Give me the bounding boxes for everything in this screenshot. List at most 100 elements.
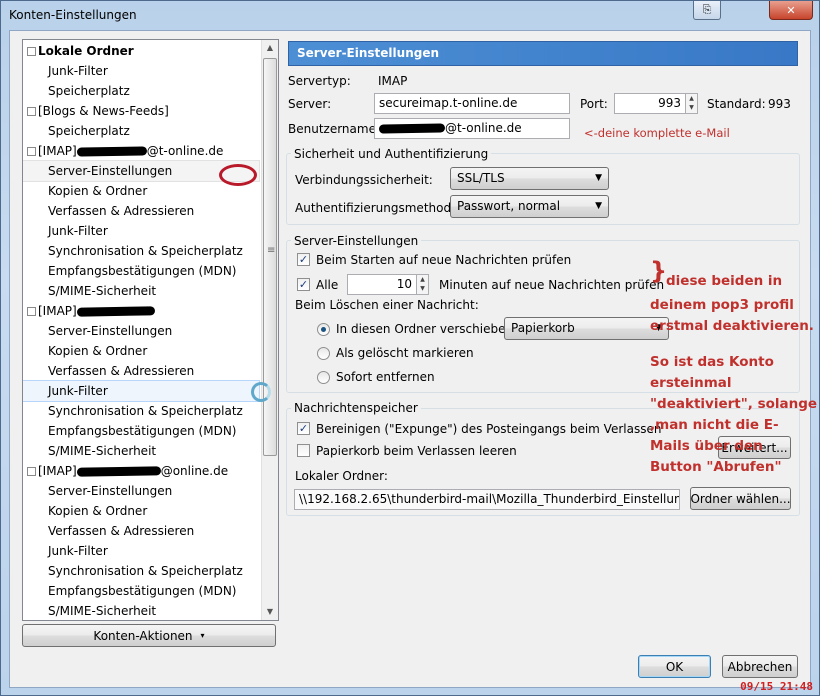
bereinigen-checkbox[interactable]: ✓ <box>297 422 310 435</box>
ordner-select[interactable]: Papierkorb ▼ <box>504 317 669 340</box>
tree-item[interactable]: Verfassen & Adressieren <box>23 521 194 541</box>
close-button[interactable]: ✕ <box>769 1 813 20</box>
tree-item-label: Server-Einstellungen <box>48 484 173 498</box>
expander-icon[interactable] <box>27 107 36 116</box>
abbrechen-button[interactable]: Abbrechen <box>722 655 798 678</box>
port-label: Port: <box>580 97 608 111</box>
panel-header: Server-Einstellungen <box>288 41 798 66</box>
tree-item[interactable]: Synchronisation & Speicherplatz <box>23 561 243 581</box>
verbindung-select[interactable]: SSL/TLS ▼ <box>450 167 609 190</box>
beim-starten-label: Beim Starten auf neue Nachrichten prüfen <box>316 253 572 267</box>
port-field[interactable]: 993 <box>614 93 686 114</box>
tree-scrollbar[interactable]: ▲ ≡ ▼ <box>261 40 278 620</box>
spin-up-icon[interactable]: ▲ <box>686 94 697 103</box>
server-field[interactable]: secureimap.t-online.de <box>374 93 570 114</box>
alle-minutes-field[interactable]: 10 <box>347 274 417 295</box>
tree-item[interactable]: Empfangsbestätigungen (MDN) <box>23 261 236 281</box>
sicherheit-title: Sicherheit und Authentifizierung <box>291 147 492 161</box>
tree-item-label: Verfassen & Adressieren <box>48 364 195 378</box>
busy-cursor-icon <box>251 382 271 402</box>
tree-item[interactable]: S/MIME-Sicherheit <box>23 281 156 301</box>
tree-item[interactable]: Kopien & Ordner <box>23 341 147 361</box>
spin-up-icon[interactable]: ▲ <box>417 275 428 284</box>
tree-item[interactable]: Empfangsbestätigungen (MDN) <box>23 421 236 441</box>
tree-item[interactable]: Junk-Filter <box>23 541 108 561</box>
tree-item[interactable]: Verfassen & Adressieren <box>23 201 194 221</box>
tree-item-label: Verfassen & Adressieren <box>48 524 195 538</box>
tree-item[interactable]: Speicherplatz <box>23 121 130 141</box>
tree-item[interactable]: Server-Einstellungen <box>23 481 172 501</box>
tree-item-label: Synchronisation & Speicherplatz <box>48 244 243 258</box>
spin-down-icon[interactable]: ▼ <box>686 103 697 112</box>
markieren-radio[interactable] <box>317 347 330 360</box>
tree-item[interactable]: Server-Einstellungen <box>23 321 172 341</box>
alle-checkbox[interactable]: ✓ <box>297 278 310 291</box>
expander-icon[interactable] <box>27 147 36 156</box>
tree-item[interactable]: Kopien & Ordner <box>23 181 147 201</box>
annotation-line-1: diese beiden in <box>666 273 783 289</box>
tree-item[interactable]: Junk-Filter <box>23 221 108 241</box>
verbindung-label: Verbindungssicherheit: <box>295 173 433 187</box>
verschieben-radio[interactable] <box>317 323 330 336</box>
help-icon[interactable]: ⎘ <box>693 1 721 20</box>
annotation-line-5: ersteinmal <box>650 375 732 391</box>
expander-icon[interactable] <box>27 467 36 476</box>
markieren-label: Als gelöscht markieren <box>336 346 474 360</box>
verbindung-value: SSL/TLS <box>457 171 505 185</box>
account-tree[interactable]: Lokale Ordner Junk-Filter Speicherplatz [Bl… <box>22 39 279 621</box>
tree-item[interactable]: Synchronisation & Speicherplatz <box>23 241 243 261</box>
minutes-spinner[interactable]: ▲ ▼ <box>417 274 429 295</box>
tree-item-label: Junk-Filter <box>48 224 108 238</box>
entfernen-radio[interactable] <box>317 371 330 384</box>
auth-label: Authentifizierungsmethode: <box>295 201 463 215</box>
ordner-waehlen-button[interactable]: Ordner wählen... <box>690 487 791 510</box>
tree-item[interactable]: Junk-Filter <box>23 380 260 402</box>
expander-icon[interactable] <box>27 307 36 316</box>
tree-item[interactable]: S/MIME-Sicherheit <box>23 441 156 461</box>
ok-button[interactable]: OK <box>638 655 711 678</box>
papierkorb-leeren-label: Papierkorb beim Verlassen leeren <box>316 444 517 458</box>
tree-item[interactable]: Junk-Filter <box>23 61 108 81</box>
tree-account[interactable]: [IMAP] @t-online.de <box>23 141 223 161</box>
tree-item-label: Junk-Filter <box>48 384 108 398</box>
konten-aktionen-button[interactable]: Konten-Aktionen ▾ <box>22 624 276 647</box>
bereinigen-label: Bereinigen ("Expunge") des Posteingangs … <box>316 422 662 436</box>
tree-item-label: [IMAP] <box>38 464 77 478</box>
tree-account[interactable]: [IMAP] <box>23 301 155 321</box>
tree-item[interactable]: Speicherplatz <box>23 81 130 101</box>
tree-item-label: [Blogs & News-Feeds] <box>38 104 169 118</box>
tree-account[interactable]: Lokale Ordner <box>23 41 134 61</box>
benutzername-field[interactable]: @t-online.de <box>374 118 570 139</box>
servertyp-value: IMAP <box>378 74 408 88</box>
tree-item[interactable]: Synchronisation & Speicherplatz <box>23 401 243 421</box>
tree-item-label: Empfangsbestätigungen (MDN) <box>48 424 237 438</box>
annotation-line-7: ,man nicht die E- <box>650 417 779 433</box>
tree-account[interactable]: [Blogs & News-Feeds] <box>23 101 169 121</box>
window-controls: ⎘ ✕ <box>693 1 813 21</box>
beim-starten-checkbox[interactable]: ✓ <box>297 253 310 266</box>
servertyp-label: Servertyp: <box>288 74 351 88</box>
standard-value: 993 <box>768 97 791 111</box>
tree-item-label: Lokale Ordner <box>38 44 134 58</box>
tree-item-label: Empfangsbestätigungen (MDN) <box>48 584 237 598</box>
auth-select[interactable]: Passwort, normal ▼ <box>450 195 609 218</box>
tree-item-label: [IMAP] <box>38 304 77 318</box>
auth-value: Passwort, normal <box>457 199 561 213</box>
spin-down-icon[interactable]: ▼ <box>417 284 428 293</box>
scroll-down-icon[interactable]: ▼ <box>262 604 278 620</box>
entfernen-label: Sofort entfernen <box>336 370 435 384</box>
tree-item-label: Synchronisation & Speicherplatz <box>48 564 243 578</box>
tree-item[interactable]: S/MIME-Sicherheit <box>23 601 156 620</box>
lokaler-ordner-field[interactable]: \\192.168.2.65\thunderbird-mail\Mozilla_… <box>294 489 680 510</box>
port-spinner[interactable]: ▲ ▼ <box>686 93 698 114</box>
scroll-up-icon[interactable]: ▲ <box>262 40 278 56</box>
expander-icon[interactable] <box>27 47 36 56</box>
tree-item[interactable]: Verfassen & Adressieren <box>23 361 194 381</box>
tree-item[interactable]: Empfangsbestätigungen (MDN) <box>23 581 236 601</box>
ordner-value: Papierkorb <box>511 321 575 335</box>
tree-item-label: S/MIME-Sicherheit <box>48 444 157 458</box>
papierkorb-leeren-checkbox[interactable] <box>297 444 310 457</box>
tree-item[interactable]: Kopien & Ordner <box>23 501 147 521</box>
tree-item-label: Speicherplatz <box>48 124 130 138</box>
tree-account[interactable]: [IMAP] @online.de <box>23 461 228 481</box>
